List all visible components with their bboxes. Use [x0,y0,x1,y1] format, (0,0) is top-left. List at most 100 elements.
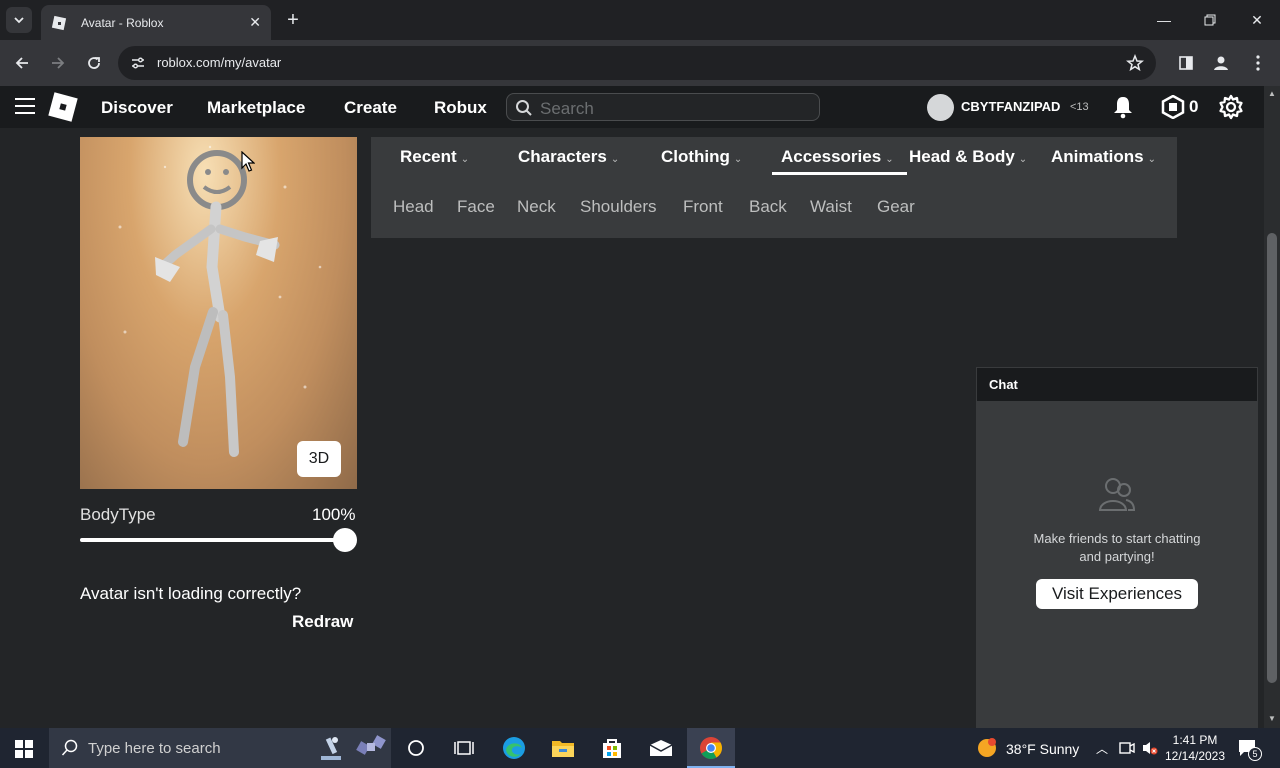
search-highlight-microscope-icon[interactable] [315,732,347,764]
windows-start-icon[interactable] [15,740,33,758]
meet-now-icon[interactable] [1119,741,1135,755]
new-tab-button[interactable]: + [282,9,304,31]
tab-label: Head & Body [909,147,1015,166]
mail-icon[interactable] [649,736,673,760]
search-icon [61,739,78,756]
microsoft-store-icon[interactable] [600,736,624,760]
browser-tabbar: Avatar - Roblox ✕ + — ✕ [0,0,1280,40]
file-explorer-icon[interactable] [551,736,575,760]
bodytype-slider-knob[interactable] [333,528,357,552]
hamburger-menu-icon[interactable] [15,98,35,116]
nav-link-robux[interactable]: Robux [434,98,487,118]
taskbar-clock[interactable]: 1:41 PM 12/14/2023 [1160,732,1230,764]
tab-recent[interactable]: Recent ⌄ [400,147,469,167]
roblox-navbar: Discover Marketplace Create Robux Search… [0,86,1264,128]
chat-title: Chat [989,377,1018,392]
bodytype-value: 100% [312,505,356,524]
chrome-icon [700,737,722,759]
user-avatar[interactable] [927,94,954,121]
avatar-stickman-figure [118,145,322,457]
taskbar-search-input[interactable]: Type here to search [49,728,391,768]
task-view-icon[interactable] [452,736,476,760]
subtab-waist[interactable]: Waist [810,197,852,217]
volume-muted-icon[interactable] [1141,740,1159,756]
age-bracket: <13 [1070,101,1089,113]
subtab-face[interactable]: Face [457,197,495,217]
chat-empty-message: Make friends to start chatting and party… [976,530,1258,566]
search-icon [516,100,532,116]
kebab-menu-icon [1256,55,1260,71]
mouse-cursor-icon [241,151,255,172]
bookmark-star-icon[interactable] [1126,54,1144,72]
nav-link-marketplace[interactable]: Marketplace [207,98,305,118]
tab-label: Animations [1051,147,1144,166]
scroll-down-icon[interactable]: ▼ [1268,714,1276,723]
profile-button[interactable] [1210,52,1232,74]
view-3d-toggle-button[interactable]: 3D [297,441,341,477]
notifications-bell-icon[interactable] [1112,95,1134,119]
search-highlight-satellite-icon[interactable] [354,731,388,765]
bodytype-label: BodyType [80,505,156,524]
tab-head-and-body[interactable]: Head & Body ⌄ [909,147,1027,167]
reload-button[interactable] [83,52,105,74]
notification-count-badge: 5 [1248,747,1262,761]
scroll-up-icon[interactable]: ▲ [1268,89,1276,98]
restore-button[interactable] [1198,8,1222,32]
side-panel-button[interactable] [1175,52,1197,74]
roblox-favicon-icon [51,15,67,30]
chevron-down-icon [14,17,24,24]
redraw-button[interactable]: Redraw [292,612,353,632]
browser-menu-button[interactable] [1247,52,1269,74]
subtab-front[interactable]: Front [683,197,723,217]
tab-characters[interactable]: Characters ⌄ [518,147,619,167]
minimize-button[interactable]: — [1152,8,1176,32]
username[interactable]: CBYTFANZIPAD [961,99,1060,114]
subtab-neck[interactable]: Neck [517,197,556,217]
browser-tab-active[interactable]: Avatar - Roblox ✕ [41,5,271,40]
chat-panel: Chat Make friends to start chatting and … [976,367,1258,728]
taskbar-search-placeholder: Type here to search [88,740,221,757]
tab-accessories[interactable]: Accessories ⌄ [781,147,894,167]
tab-label: Characters [518,147,607,166]
chevron-down-icon: ⌄ [1147,154,1156,165]
weather-sun-icon[interactable] [976,737,998,759]
tab-search-dropdown-button[interactable] [6,7,32,33]
tab-label: Clothing [661,147,730,166]
tab-clothing[interactable]: Clothing ⌄ [661,147,742,167]
search-placeholder: Search [540,99,594,118]
settings-gear-icon[interactable] [1218,94,1244,120]
scroll-thumb[interactable] [1267,233,1277,683]
roblox-logo[interactable] [48,92,78,122]
subtab-shoulders[interactable]: Shoulders [580,197,657,217]
close-window-button[interactable]: ✕ [1245,8,1269,32]
robux-balance[interactable]: 0 [1189,97,1198,117]
visit-experiences-button[interactable]: Visit Experiences [1036,579,1198,609]
subtab-back[interactable]: Back [749,197,787,217]
arrow-right-icon [52,57,65,69]
tab-close-icon[interactable]: ✕ [249,14,261,31]
chrome-taskbar-button[interactable] [687,728,735,768]
edge-browser-icon[interactable] [502,736,526,760]
back-button[interactable] [11,52,33,74]
avatar-preview[interactable] [80,137,357,489]
active-tab-indicator [772,172,907,175]
chat-header[interactable]: Chat [976,367,1258,402]
bodytype-slider-track[interactable] [80,538,346,542]
subtab-gear[interactable]: Gear [877,197,915,217]
reload-icon [88,57,100,69]
address-bar[interactable]: roblox.com/my/avatar [118,46,1156,80]
show-hidden-icons-chevron-icon[interactable]: ︿ [1096,740,1108,757]
page-scrollbar[interactable]: ▲ ▼ [1264,86,1280,728]
site-settings-icon[interactable] [130,55,146,71]
robux-icon[interactable] [1161,95,1185,119]
tab-title: Avatar - Roblox [81,15,164,30]
search-input[interactable]: Search [506,93,820,121]
windows-taskbar: Type here to search 38°F Sunny ︿ 1:41 PM… [0,728,1280,768]
subtab-head[interactable]: Head [393,197,434,217]
tab-animations[interactable]: Animations ⌄ [1051,147,1156,167]
weather-text[interactable]: 38°F Sunny [1006,741,1079,757]
nav-link-discover[interactable]: Discover [101,98,173,118]
cortana-icon[interactable] [404,736,428,760]
nav-link-create[interactable]: Create [344,98,397,118]
forward-button[interactable] [47,52,69,74]
